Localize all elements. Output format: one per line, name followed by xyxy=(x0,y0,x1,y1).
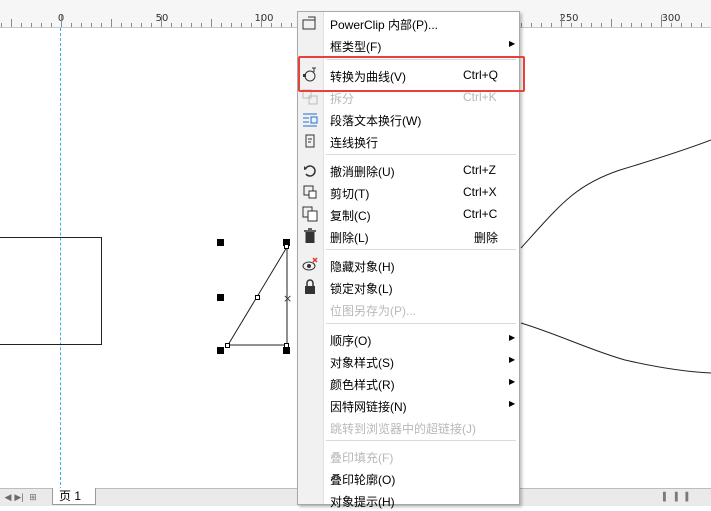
menu-item-label: 叠印轮廓(O) xyxy=(330,473,396,487)
submenu-arrow-icon: ▶ xyxy=(509,39,516,48)
curve-object xyxy=(520,322,711,374)
submenu-arrow-icon: ▶ xyxy=(509,333,516,342)
menu-item-shortcut: Ctrl+C xyxy=(463,207,498,221)
menu-item-label: 复制(C) xyxy=(330,209,371,223)
submenu-arrow-icon: ▶ xyxy=(509,399,516,408)
submenu-arrow-icon: ▶ xyxy=(509,377,516,386)
cut-icon xyxy=(302,184,318,200)
lock-icon xyxy=(302,279,318,295)
menu-item-label: 跳转到浏览器中的超链接(J) xyxy=(330,422,476,436)
menu-item-shortcut: Ctrl+X xyxy=(463,185,497,199)
menu-separator xyxy=(326,154,516,155)
menu-item-label: 叠印填充(F) xyxy=(330,451,394,465)
menu-item-label: 颜色样式(R) xyxy=(330,378,395,392)
menu-item-shortcut: Ctrl+Z xyxy=(463,163,496,177)
menu-separator xyxy=(326,323,516,324)
menu-item-7[interactable]: 撤消删除(U) Ctrl+Z xyxy=(298,159,519,181)
menu-item-6[interactable]: 连线换行 xyxy=(298,130,519,152)
menu-item-shortcut: Ctrl+K xyxy=(463,90,497,104)
menu-item-label: 拆分 xyxy=(330,92,355,106)
menu-item-15[interactable]: 对象样式(S) ▶ xyxy=(298,350,519,372)
menu-item-14[interactable]: 顺序(O) ▶ xyxy=(298,328,519,350)
menu-item-label: 位图另存为(P)... xyxy=(330,304,416,318)
menu-item-label: 连线换行 xyxy=(330,136,379,150)
menu-item-12[interactable]: 锁定对象(L) xyxy=(298,276,519,298)
menu-item-11[interactable]: 隐藏对象(H) xyxy=(298,254,519,276)
menu-item-label: 对象提示(H) xyxy=(330,495,395,509)
page-tab[interactable]: 页 1 xyxy=(52,488,97,505)
menu-item-label: 段落文本换行(W) xyxy=(330,114,422,128)
menu-item-label: PowerClip 内部(P)... xyxy=(330,18,439,32)
menu-item-17[interactable]: 因特网链接(N) ▶ xyxy=(298,394,519,416)
menu-item-9[interactable]: 复制(C) Ctrl+C xyxy=(298,203,519,225)
menu-separator xyxy=(326,440,516,441)
menu-item-5[interactable]: 段落文本换行(W) xyxy=(298,108,519,130)
menu-item-21[interactable]: 对象提示(H) xyxy=(298,489,519,511)
horizontal-scrollbar[interactable]: ▌ ▌▐ xyxy=(663,492,711,502)
menu-item-label: 顺序(O) xyxy=(330,334,372,348)
menu-item-label: 锁定对象(L) xyxy=(330,282,393,296)
menu-item-2[interactable]: 框类型(F) ▶ xyxy=(298,34,519,56)
menu-item-label: 剪切(T) xyxy=(330,187,370,201)
menu-separator xyxy=(326,249,516,250)
menu-item-8[interactable]: 剪切(T) Ctrl+X xyxy=(298,181,519,203)
hide-object-icon xyxy=(302,257,318,273)
wrap-paragraph-text-icon xyxy=(302,111,318,127)
center-marker: × xyxy=(283,292,292,305)
menu-item-16[interactable]: 颜色样式(R) ▶ xyxy=(298,372,519,394)
menu-item-label: 框类型(F) xyxy=(330,40,382,54)
selection-handles xyxy=(217,239,290,354)
menu-item-label: 撤消删除(U) xyxy=(330,165,395,179)
undo-icon xyxy=(302,162,318,178)
menu-item-1[interactable]: PowerClip 内部(P)... xyxy=(298,12,519,34)
menu-item-10[interactable]: 删除(L) 删除 xyxy=(298,225,519,247)
last-page-icon[interactable]: ▶| xyxy=(13,491,25,503)
highlight-box xyxy=(298,56,525,92)
curve-object xyxy=(520,139,711,249)
copy-icon xyxy=(302,206,318,222)
add-page-icon[interactable]: ⊞ xyxy=(27,491,39,503)
menu-item-18: 跳转到浏览器中的超链接(J) xyxy=(298,416,519,438)
menu-item-label: 因特网链接(N) xyxy=(330,400,407,414)
menu-item-shortcut: 删除 xyxy=(474,231,499,245)
connector-wrap-icon xyxy=(302,133,318,149)
submenu-arrow-icon: ▶ xyxy=(509,355,516,364)
menu-item-label: 隐藏对象(H) xyxy=(330,260,395,274)
menu-item-label: 删除(L) xyxy=(330,231,369,245)
powerclip-icon xyxy=(302,15,318,31)
menu-item-label: 对象样式(S) xyxy=(330,356,394,370)
trash-icon xyxy=(302,228,318,244)
menu-item-13: 位图另存为(P)... xyxy=(298,298,519,320)
menu-item-20[interactable]: 叠印轮廓(O) xyxy=(298,467,519,489)
menu-item-19: 叠印填充(F) xyxy=(298,445,519,467)
